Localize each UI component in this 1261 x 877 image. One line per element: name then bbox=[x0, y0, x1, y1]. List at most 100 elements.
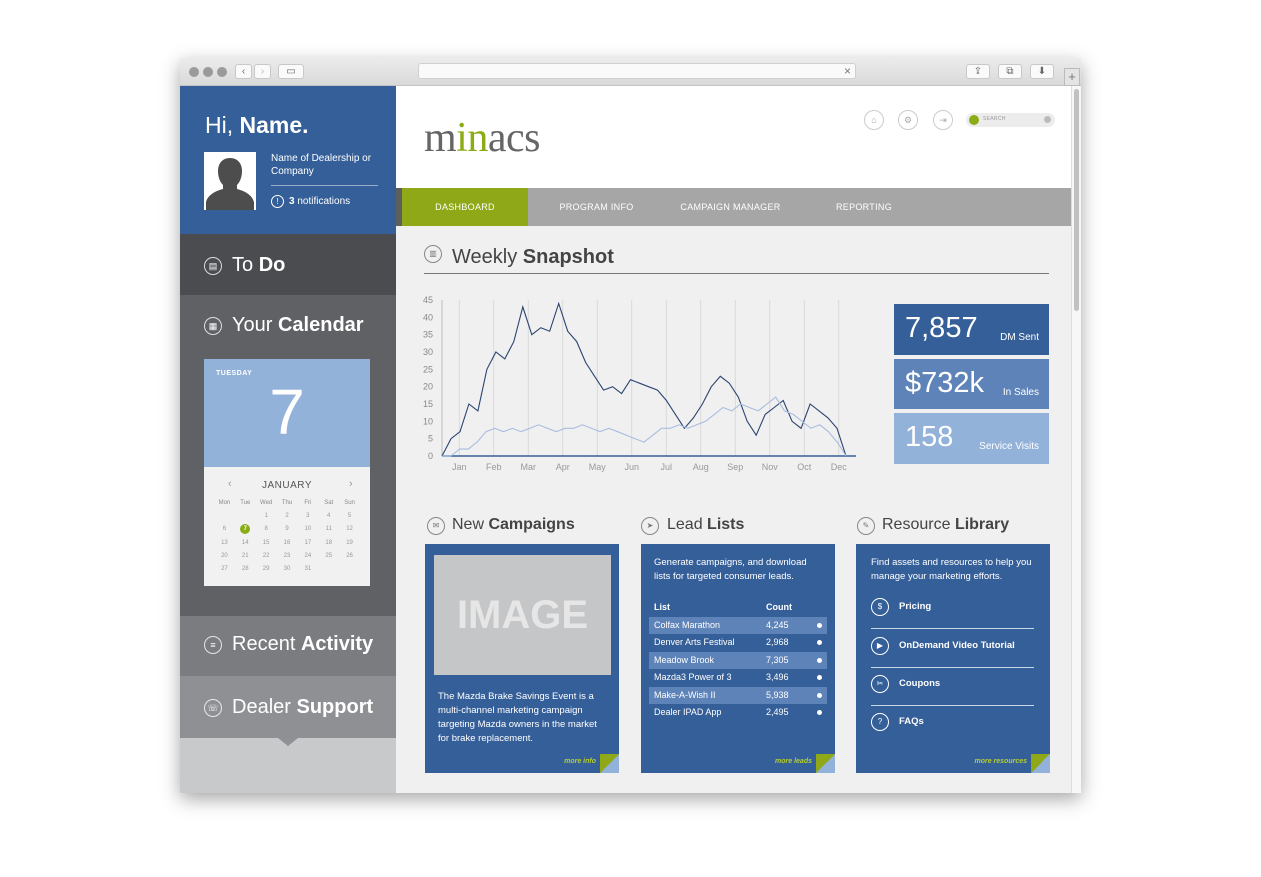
resource-pricing[interactable]: $ Pricing bbox=[871, 591, 1034, 629]
calendar-day[interactable]: 28 bbox=[235, 565, 256, 573]
calendar-day[interactable]: 26 bbox=[339, 552, 360, 560]
calendar-day[interactable]: 22 bbox=[256, 552, 277, 560]
table-row[interactable]: Make-A-Wish II 5,938 bbox=[649, 686, 827, 704]
resource-label: Coupons bbox=[899, 678, 941, 689]
row-action-icon[interactable] bbox=[817, 657, 822, 663]
calendar-day[interactable]: 17 bbox=[297, 539, 318, 547]
row-action-icon[interactable] bbox=[817, 640, 822, 645]
calendar-day[interactable]: 25 bbox=[318, 552, 339, 560]
y-tick-label: 15 bbox=[423, 399, 433, 409]
calendar-day[interactable]: 13 bbox=[214, 539, 235, 547]
calendar-day[interactable]: 7 bbox=[240, 524, 251, 534]
clear-search-icon[interactable] bbox=[1044, 116, 1051, 123]
lead-lists-panel: Generate campaigns, and download lists f… bbox=[641, 544, 835, 773]
calendar-day[interactable]: 10 bbox=[297, 525, 318, 533]
resource-faqs[interactable]: ? FAQs bbox=[871, 706, 1034, 744]
row-action-icon[interactable] bbox=[817, 622, 822, 628]
calendar-day[interactable]: 12 bbox=[339, 525, 360, 533]
main-content: minacs ⌂ ⚙ ⇥ SEARCH DASHBOARD PROGRAM IN… bbox=[396, 86, 1071, 793]
calendar-day[interactable]: 27 bbox=[214, 565, 235, 573]
list-count: 5,938 bbox=[766, 689, 789, 700]
share-icon[interactable]: ⇪ bbox=[966, 64, 990, 79]
calendar-day[interactable]: 11 bbox=[318, 525, 339, 533]
calendar-day[interactable]: 5 bbox=[339, 512, 360, 520]
play-icon: ▶ bbox=[871, 637, 889, 655]
next-month-icon[interactable]: › bbox=[349, 478, 353, 490]
dealer-support-section[interactable]: ☏ Dealer Support bbox=[180, 676, 396, 746]
download-icon[interactable]: ⬇ bbox=[1030, 64, 1054, 79]
todo-section[interactable]: ▤ To Do bbox=[180, 234, 396, 303]
calendar-day[interactable]: 15 bbox=[256, 539, 277, 547]
calendar-day[interactable]: 29 bbox=[256, 565, 277, 573]
calendar-day[interactable]: 9 bbox=[277, 525, 298, 533]
list-name: Colfax Marathon bbox=[654, 619, 721, 630]
tab-dashboard[interactable]: DASHBOARD bbox=[402, 188, 528, 226]
logout-icon[interactable]: ⇥ bbox=[933, 110, 953, 130]
calendar-day[interactable]: 8 bbox=[256, 525, 277, 533]
more-resources-link[interactable]: more resources bbox=[974, 758, 1027, 765]
minimize-window-dot[interactable] bbox=[203, 67, 213, 77]
day-number: 7 bbox=[269, 376, 305, 448]
row-action-icon[interactable] bbox=[817, 710, 822, 715]
row-action-icon[interactable] bbox=[817, 692, 822, 698]
more-info-link[interactable]: more info bbox=[564, 758, 596, 765]
recent-activity-section[interactable]: ≡ Recent Activity bbox=[180, 616, 396, 684]
calendar-day[interactable]: 3 bbox=[297, 512, 318, 520]
notifications-link[interactable]: ! 3 notifications bbox=[271, 195, 350, 208]
calendar-day[interactable]: 20 bbox=[214, 552, 235, 560]
y-tick-label: 40 bbox=[423, 312, 433, 322]
gear-icon[interactable]: ⚙ bbox=[898, 110, 918, 130]
stat-value: 158 bbox=[905, 421, 954, 453]
calendar-day[interactable]: 2 bbox=[277, 512, 298, 520]
x-tick-label: Mar bbox=[521, 462, 537, 472]
campaign-image[interactable]: IMAGE bbox=[434, 555, 611, 675]
scrollbar[interactable] bbox=[1071, 86, 1081, 793]
tab-reporting[interactable]: REPORTING bbox=[796, 188, 932, 226]
scrollbar-thumb[interactable] bbox=[1074, 89, 1079, 311]
back-icon[interactable]: ‹ bbox=[235, 64, 252, 79]
calendar-day[interactable]: 23 bbox=[277, 552, 298, 560]
calendar-day[interactable]: 16 bbox=[277, 539, 298, 547]
table-row[interactable]: Mazda3 Power of 3 3,496 bbox=[649, 669, 827, 687]
calendar-day[interactable]: 21 bbox=[235, 552, 256, 560]
avatar[interactable] bbox=[204, 152, 256, 210]
search-box[interactable]: SEARCH bbox=[966, 113, 1055, 127]
clear-url-icon[interactable]: × bbox=[844, 64, 851, 78]
calendar-day[interactable]: 19 bbox=[339, 539, 360, 547]
resource-coupons[interactable]: ✂ Coupons bbox=[871, 668, 1034, 706]
home-icon[interactable]: ⌂ bbox=[864, 110, 884, 130]
table-row[interactable]: Colfax Marathon 4,245 bbox=[649, 616, 827, 634]
calendar-day[interactable]: 31 bbox=[297, 565, 318, 573]
tabs-icon[interactable]: ⧉ bbox=[998, 64, 1022, 79]
list-name: Dealer IPAD App bbox=[654, 707, 722, 717]
tab-campaign-manager[interactable]: CAMPAIGN MANAGER bbox=[665, 188, 796, 226]
tab-program-info[interactable]: PROGRAM INFO bbox=[528, 188, 665, 226]
address-bar[interactable]: × bbox=[418, 63, 856, 79]
calendar-section: ▦ Your Calendar TUESDAY 7 ‹ JANUARY › Mo… bbox=[180, 295, 396, 616]
calendar-day[interactable]: 14 bbox=[235, 539, 256, 547]
calendar-icon: ▦ bbox=[204, 317, 222, 335]
bar-chart-icon: ▥ bbox=[424, 245, 442, 263]
table-row[interactable]: Dealer IPAD App 2,495 bbox=[649, 704, 827, 722]
calendar-day[interactable]: 6 bbox=[214, 525, 235, 533]
table-row[interactable]: Meadow Brook 7,305 bbox=[649, 651, 827, 669]
y-tick-label: 5 bbox=[428, 434, 433, 444]
calendar-day[interactable]: 18 bbox=[318, 539, 339, 547]
calendar-day[interactable]: 30 bbox=[277, 565, 298, 573]
row-action-icon[interactable] bbox=[817, 675, 822, 680]
close-window-dot[interactable] bbox=[189, 67, 199, 77]
zoom-window-dot[interactable] bbox=[217, 67, 227, 77]
forward-icon[interactable]: › bbox=[254, 64, 271, 79]
table-row[interactable]: Denver Arts Festival 2,968 bbox=[649, 634, 827, 652]
search-input[interactable]: SEARCH bbox=[983, 116, 1006, 122]
calendar-grid: Mon Tue Wed Thu Fri Sat Sun 1 2 3 4 5 6 7 8 9 10 11 12 13 14… bbox=[214, 499, 360, 573]
sidebar-toggle-icon[interactable]: ▭ bbox=[278, 64, 304, 79]
resource-video-tutorial[interactable]: ▶ OnDemand Video Tutorial bbox=[871, 630, 1034, 668]
calendar-day[interactable]: 4 bbox=[318, 512, 339, 520]
calendar-day[interactable]: 1 bbox=[256, 512, 277, 520]
more-leads-link[interactable]: more leads bbox=[775, 758, 812, 765]
minacs-logo[interactable]: minacs bbox=[424, 114, 540, 162]
calendar-day[interactable]: 24 bbox=[297, 552, 318, 560]
new-tab-icon[interactable]: + bbox=[1064, 68, 1080, 86]
stat-label: In Sales bbox=[1002, 387, 1039, 398]
